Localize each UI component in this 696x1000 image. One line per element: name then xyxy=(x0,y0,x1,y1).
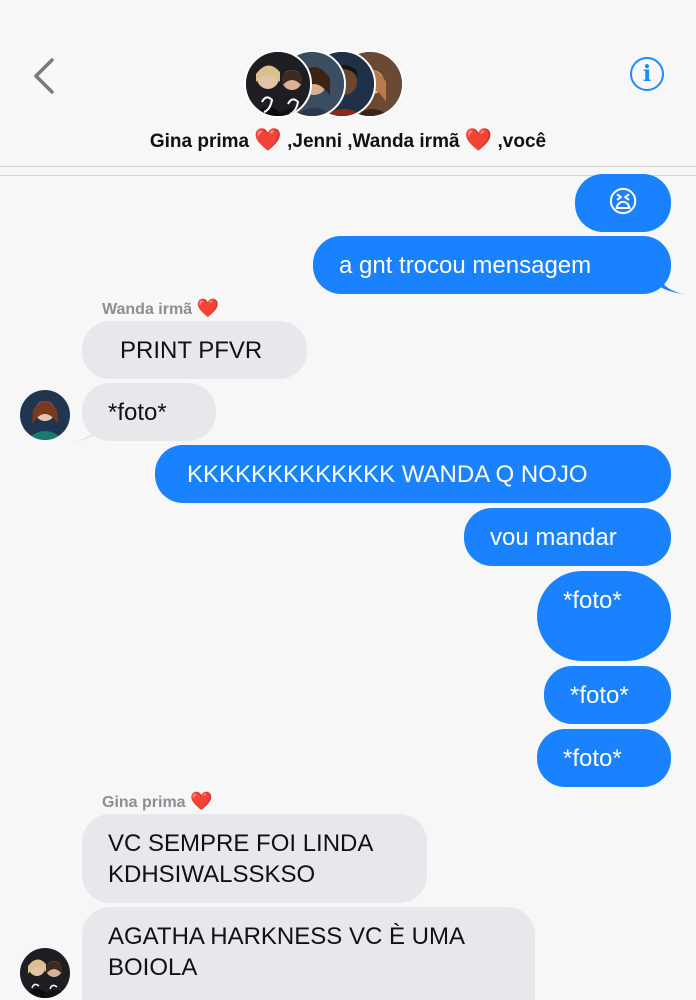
incoming-message[interactable]: PRINT PFVR xyxy=(82,321,307,379)
outgoing-message[interactable]: a gnt trocou mensagem xyxy=(313,236,671,294)
outgoing-message[interactable]: *foto* xyxy=(544,666,671,724)
message-text: VC SEMPRE FOI LINDA KDHSIWALSSKSO xyxy=(108,830,373,888)
message-text: *foto* xyxy=(563,587,622,614)
group-avatars[interactable] xyxy=(244,50,404,120)
group-title[interactable]: Gina prima ❤️ ,Jenni ,Wanda irmã ❤️ ,voc… xyxy=(0,127,696,153)
sender-name: Wanda irmã ❤️ xyxy=(102,298,219,319)
message-text: vou mandar xyxy=(490,524,617,551)
avatar-gina xyxy=(244,50,312,118)
message-text: *foto* xyxy=(570,682,629,709)
sender-label: Wanda irmã xyxy=(102,301,193,318)
back-button[interactable] xyxy=(28,56,62,96)
bubble-tail xyxy=(72,420,100,442)
message-text: PRINT PFVR xyxy=(120,337,263,364)
outgoing-message[interactable]: KKKKKKKKKKKKK WANDA Q NOJO xyxy=(155,445,671,503)
bubble-tail xyxy=(656,272,684,294)
incoming-message[interactable]: AGATHA HARKNESS VC È UMA BOIOLA xyxy=(82,907,535,1000)
heart-emoji: ❤️ xyxy=(190,791,213,811)
conversation-header: i Gina prima ❤️ ,Jenni ,Wanda irmã ❤️ ,v… xyxy=(0,0,696,176)
group-name-part: ,você xyxy=(497,131,547,152)
heart-emoji: ❤️ xyxy=(254,127,282,152)
incoming-message[interactable]: *foto* xyxy=(82,383,216,441)
message-text: 😫 xyxy=(607,186,639,219)
message-text: AGATHA HARKNESS VC È UMA BOIOLA xyxy=(108,923,464,981)
outgoing-message[interactable]: 😫 xyxy=(575,174,671,232)
outgoing-message[interactable]: vou mandar xyxy=(464,508,671,566)
group-name-part: Gina prima xyxy=(149,131,250,152)
info-button[interactable]: i xyxy=(630,57,664,91)
group-name-part: ,Jenni ,Wanda irmã xyxy=(287,131,460,152)
outgoing-message[interactable]: *foto* xyxy=(537,571,671,661)
message-text: KKKKKKKKKKKKK WANDA Q NOJO xyxy=(187,461,588,488)
message-text: *foto* xyxy=(563,745,622,772)
sender-label: Gina prima xyxy=(102,794,186,811)
heart-emoji: ❤️ xyxy=(464,127,493,152)
sender-name: Gina prima ❤️ xyxy=(102,791,212,812)
sender-avatar[interactable] xyxy=(20,948,70,998)
heart-emoji: ❤️ xyxy=(196,298,219,318)
outgoing-message[interactable]: *foto* xyxy=(537,729,671,787)
message-text: a gnt trocou mensagem xyxy=(339,252,592,279)
incoming-message[interactable]: VC SEMPRE FOI LINDA KDHSIWALSSKSO xyxy=(82,814,427,903)
sender-avatar[interactable] xyxy=(20,390,70,440)
message-text: *foto* xyxy=(108,399,167,426)
